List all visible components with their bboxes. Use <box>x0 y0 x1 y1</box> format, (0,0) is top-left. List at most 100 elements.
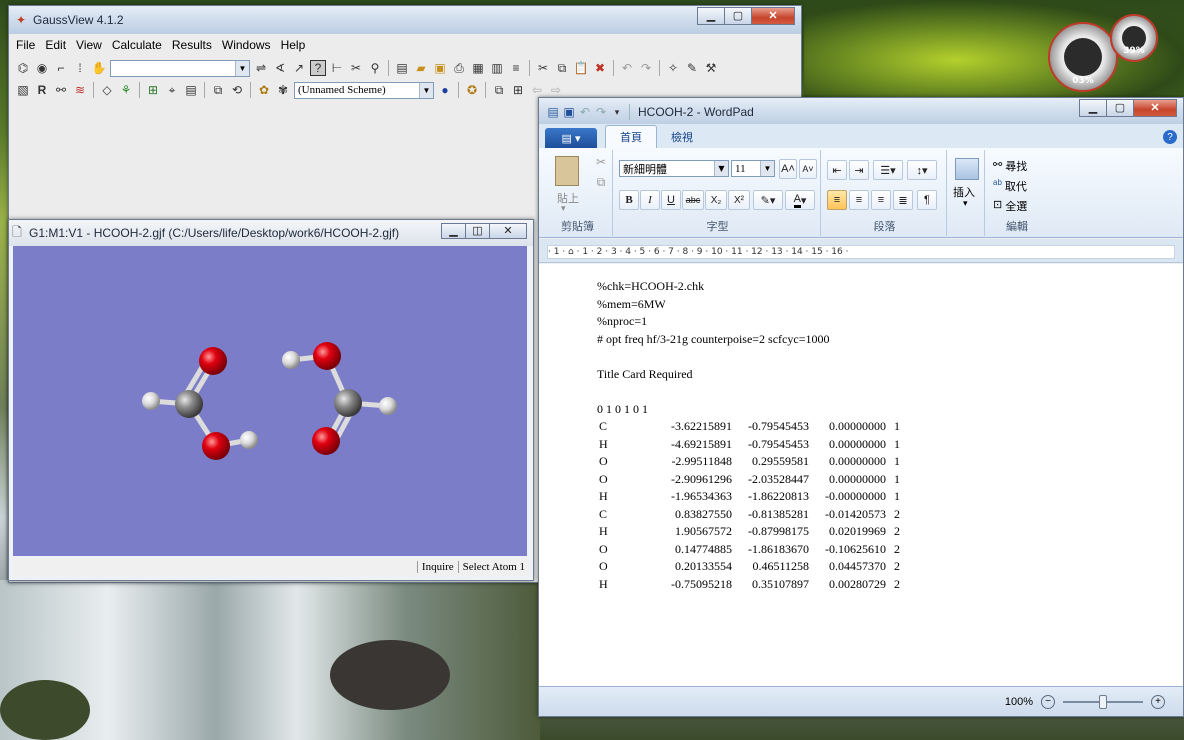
child-minimize-button[interactable]: ▁ <box>441 223 465 239</box>
align-right-button[interactable]: ≡ <box>871 190 891 210</box>
atom-o[interactable] <box>313 342 341 370</box>
grow-font-button[interactable]: A˄ <box>779 159 797 179</box>
new-icon[interactable]: ▤ <box>394 60 410 76</box>
forward-arrow-icon[interactable]: ⇨ <box>548 82 564 98</box>
bond-tool-icon[interactable]: ⚯ <box>53 82 69 98</box>
delete-icon[interactable]: ✖ <box>592 60 608 76</box>
atom-o[interactable] <box>199 347 227 375</box>
app-menu-button[interactable]: ▤ ▾ <box>545 128 597 148</box>
zoom-in-button[interactable]: + <box>1151 694 1165 709</box>
center-icon[interactable]: ⌖ <box>164 82 180 98</box>
paste-chevron-icon[interactable]: ▾ <box>561 203 566 214</box>
scheme-menu-icon[interactable]: ✾ <box>275 82 291 98</box>
atom-h[interactable] <box>240 431 258 449</box>
modify-bond-icon[interactable]: ⇌ <box>253 60 269 76</box>
atom-h[interactable] <box>379 397 397 415</box>
decrease-indent-button[interactable]: ⇤ <box>827 160 847 180</box>
builder-icon[interactable]: ✪ <box>464 82 480 98</box>
r-group-icon[interactable]: ⌐ <box>53 60 69 76</box>
surfaces-icon[interactable]: ⚘ <box>118 82 134 98</box>
highlight-button[interactable]: ✎▾ <box>753 190 783 210</box>
maximize-button[interactable]: ▢ <box>724 7 751 25</box>
molecule-viewport[interactable] <box>13 246 527 556</box>
paste-icon[interactable] <box>555 156 579 186</box>
wordpad-maximize-button[interactable]: ▢ <box>1106 99 1133 117</box>
italic-button[interactable]: I <box>640 190 660 210</box>
inquire-icon[interactable]: ? <box>310 60 326 76</box>
menu-windows[interactable]: Windows <box>217 36 276 54</box>
zoom-out-button[interactable]: − <box>1041 694 1055 709</box>
insert-picture-icon[interactable] <box>955 158 979 180</box>
bullets-button[interactable]: ☰▾ <box>873 160 903 180</box>
redo-icon[interactable]: ↷ <box>638 60 654 76</box>
ruler[interactable]: · 1 · ⌂ · 1 · 2 · 3 · 4 · 5 · 6 · 7 · 8 … <box>539 239 1183 263</box>
element-fragment-icon[interactable]: ⌬ <box>15 60 31 76</box>
undo-icon[interactable]: ↶ <box>619 60 635 76</box>
print-icon[interactable]: ⎙ <box>451 60 467 76</box>
justify-button[interactable]: ≣ <box>893 190 913 210</box>
atom-h[interactable] <box>142 392 160 410</box>
menu-results[interactable]: Results <box>167 36 217 54</box>
zoom-slider[interactable] <box>1063 694 1143 709</box>
zoom-slider-knob[interactable] <box>1099 694 1107 709</box>
atom-list-icon[interactable]: ▧ <box>15 82 31 98</box>
align-center-button[interactable]: ≡ <box>849 190 869 210</box>
scheme-edit-icon[interactable]: ● <box>437 82 453 98</box>
save-image-icon[interactable]: ▦ <box>470 60 486 76</box>
replace-button[interactable]: ab 取代 <box>993 178 1027 194</box>
superscript-button[interactable]: X² <box>728 190 750 210</box>
subscript-button[interactable]: X₂ <box>705 190 727 210</box>
atom-c[interactable] <box>334 389 362 417</box>
cascade-icon[interactable]: ⧉ <box>491 82 507 98</box>
close-button[interactable]: ✕ <box>751 7 795 25</box>
minimize-button[interactable]: ▁ <box>697 7 724 25</box>
fragment-combo[interactable]: ▼ <box>110 59 250 77</box>
help-icon[interactable]: ? <box>1163 130 1177 144</box>
point-group-icon[interactable]: ⚒ <box>703 60 719 76</box>
menu-view[interactable]: View <box>71 36 107 54</box>
color-scheme-icon[interactable]: ✿ <box>256 82 272 98</box>
quick-save-icon[interactable]: ▣ <box>561 104 577 120</box>
mo-icon[interactable]: ◇ <box>99 82 115 98</box>
save-icon[interactable]: ▣ <box>432 60 448 76</box>
child-close-button[interactable]: ✕ <box>489 223 527 239</box>
add-valence-icon[interactable]: ⊢ <box>329 60 345 76</box>
font-color-button[interactable]: A ▾ <box>785 190 815 210</box>
gaussview-titlebar[interactable]: ✦ GaussView 4.1.2 ▁ ▢ ✕ <box>9 6 801 34</box>
menu-file[interactable]: File <box>11 36 40 54</box>
ring-fragment-icon[interactable]: ◉ <box>34 60 50 76</box>
list-icon[interactable]: ≡ <box>508 60 524 76</box>
tab-home[interactable]: 首頁 <box>605 125 657 148</box>
font-size-select[interactable]: 11 ▼ <box>731 160 775 177</box>
cut-icon[interactable]: ✂ <box>535 60 551 76</box>
atom-h[interactable] <box>282 351 300 369</box>
copy-icon[interactable]: ⧉ <box>554 60 570 76</box>
custom-fragment-icon[interactable]: ✋ <box>91 60 107 76</box>
atom-c[interactable] <box>175 390 203 418</box>
redundant-coord-icon[interactable]: R <box>34 82 50 98</box>
delete-atom-icon[interactable]: ✂ <box>348 60 364 76</box>
biological-fragment-icon[interactable]: ⁞ <box>72 60 88 76</box>
copy-icon[interactable]: ⧉ <box>593 174 609 190</box>
select-all-button[interactable]: ⊡ 全選 <box>993 198 1027 214</box>
tab-view[interactable]: 檢視 <box>657 126 707 148</box>
quick-redo-icon[interactable]: ↷ <box>593 104 609 120</box>
quick-access-chevron-icon[interactable]: ▾ <box>609 104 625 120</box>
document-text[interactable]: %chk=HCOOH-2.chk %mem=6MW %nproc=1 # opt… <box>597 278 900 593</box>
atom-o[interactable] <box>202 432 230 460</box>
wordpad-minimize-button[interactable]: ▁ <box>1079 99 1106 117</box>
rebond-icon[interactable]: ⚲ <box>367 60 383 76</box>
display-icon[interactable]: ▤ <box>183 82 199 98</box>
cpu-meter-gadget[interactable]: 03% <box>1048 22 1118 92</box>
document-area[interactable]: %chk=HCOOH-2.chk %mem=6MW %nproc=1 # opt… <box>539 264 1183 686</box>
clean-icon[interactable]: ✧ <box>665 60 681 76</box>
molecule-view-titlebar[interactable]: 🗋 G1:M1:V1 - HCOOH-2.gjf (C:/Users/life/… <box>9 220 533 246</box>
wordpad-close-button[interactable]: ✕ <box>1133 99 1177 117</box>
quick-undo-icon[interactable]: ↶ <box>577 104 593 120</box>
paste-icon[interactable]: 📋 <box>573 60 589 76</box>
tile-icon[interactable]: ⊞ <box>510 82 526 98</box>
copy-view-icon[interactable]: ⧉ <box>210 82 226 98</box>
memory-meter-gadget[interactable]: 39% <box>1110 14 1158 62</box>
increase-indent-button[interactable]: ⇥ <box>849 160 869 180</box>
save-movie-icon[interactable]: ▥ <box>489 60 505 76</box>
